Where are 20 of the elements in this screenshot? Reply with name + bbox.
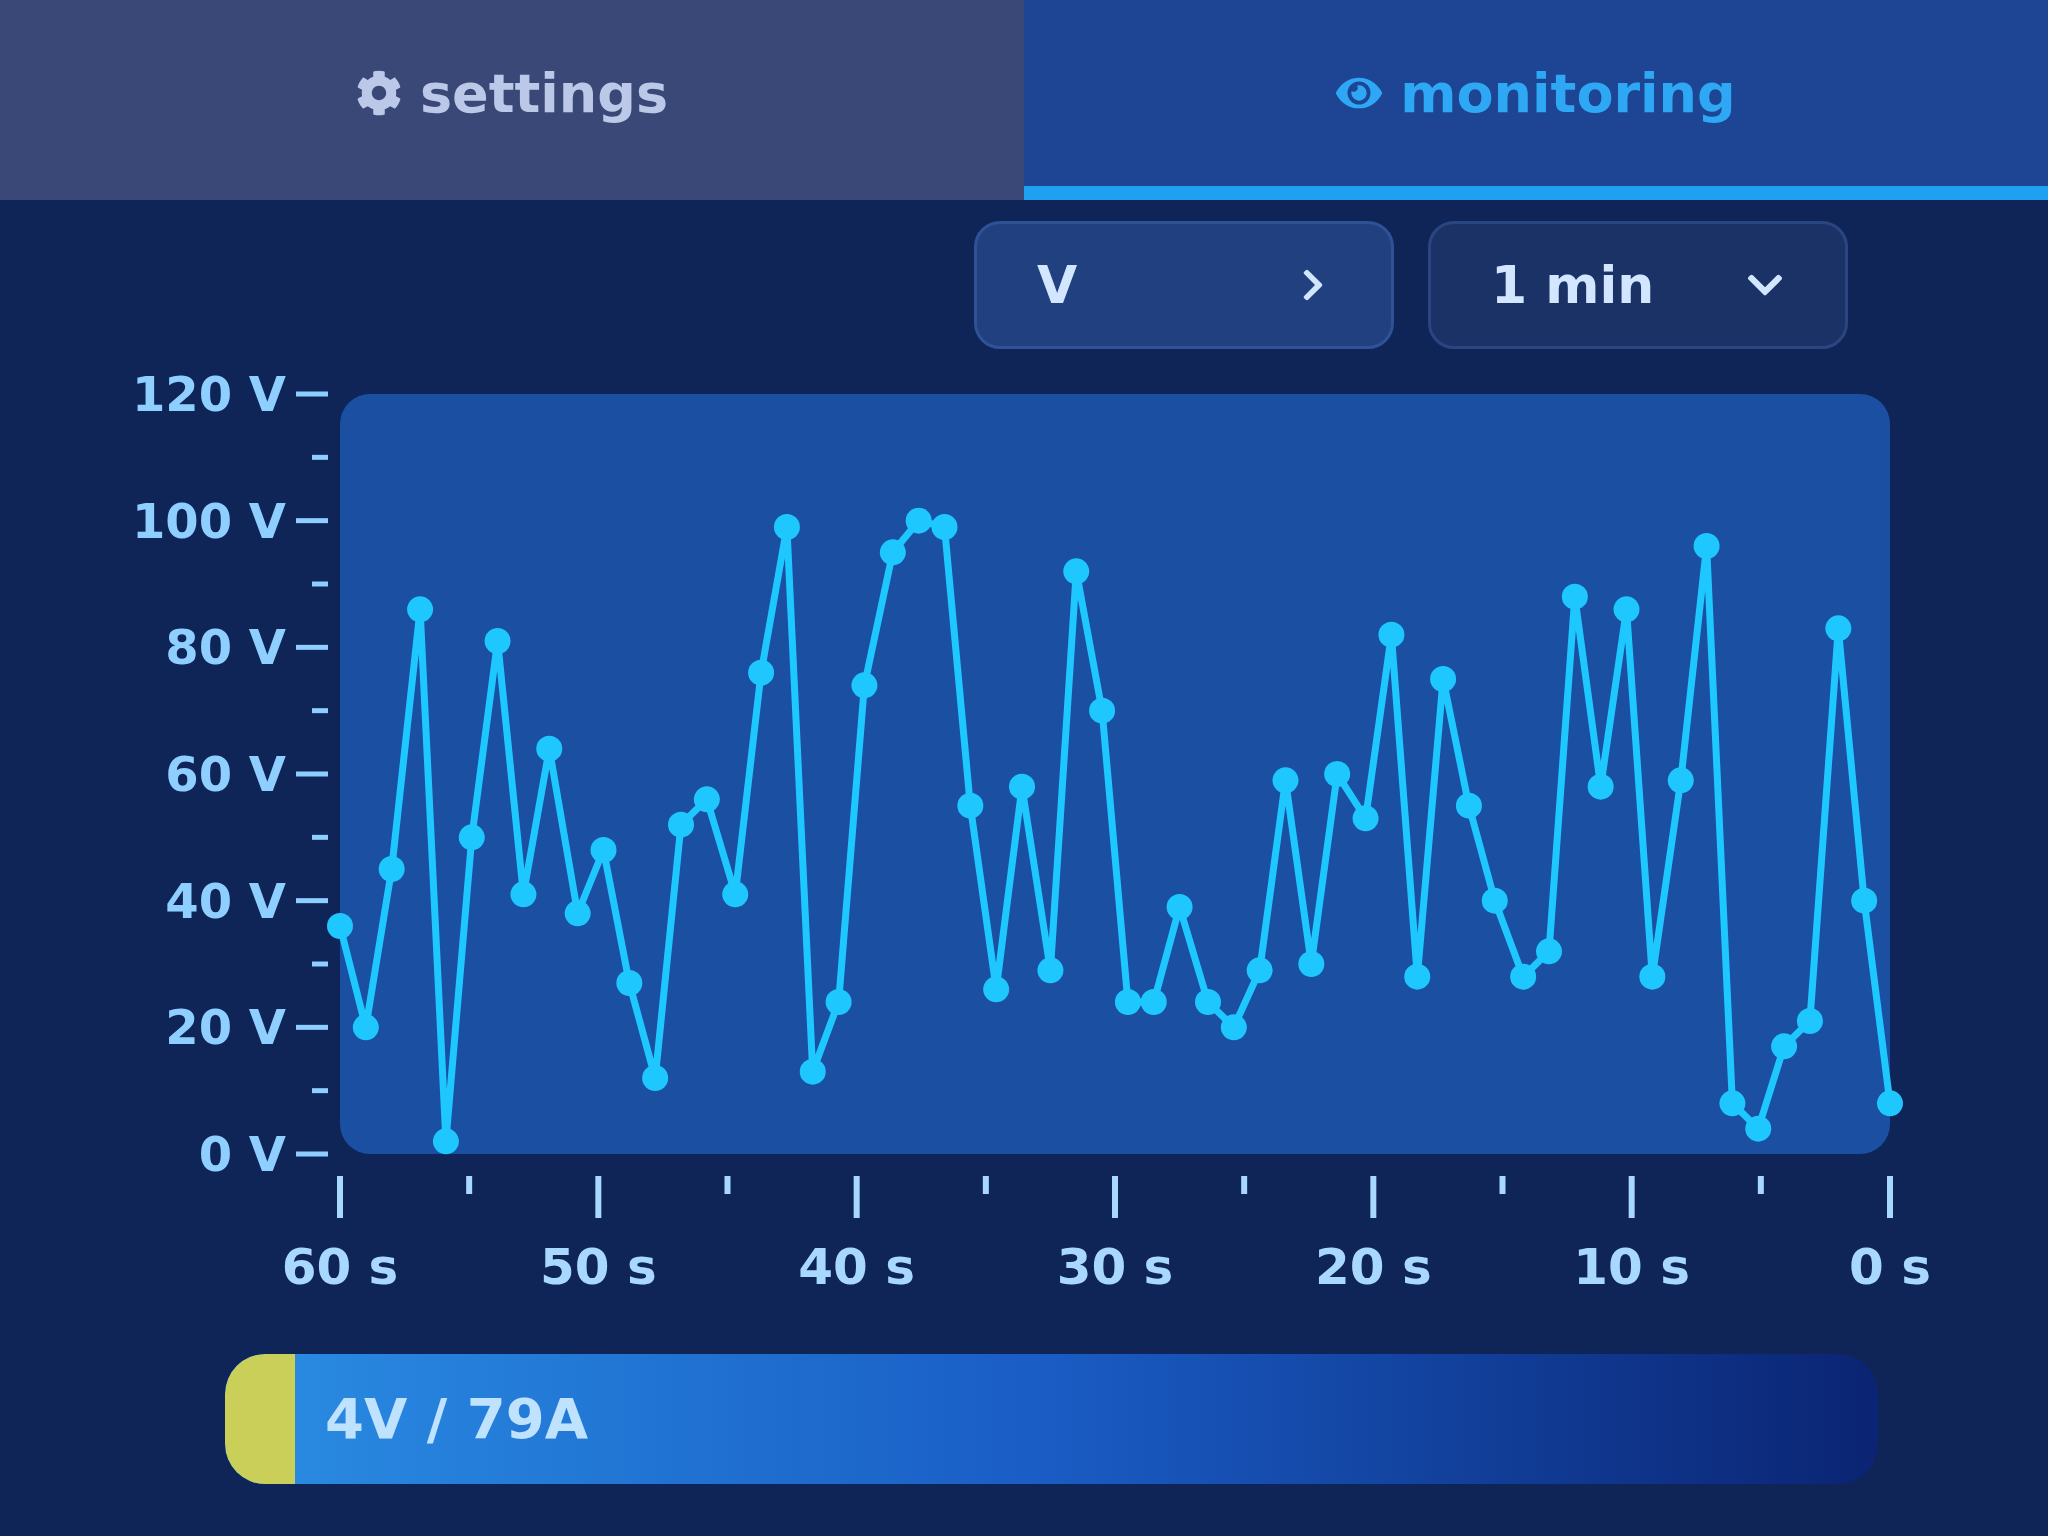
x-axis-label: 0 s xyxy=(1849,1238,1931,1296)
gear-icon xyxy=(355,70,402,116)
y-axis-label: 100 V xyxy=(131,492,286,549)
x-axis-label: 40 s xyxy=(798,1238,916,1296)
y-axis-label: 40 V xyxy=(165,872,286,929)
x-axis-label: 50 s xyxy=(539,1238,657,1296)
y-axis-label: 0 V xyxy=(198,1126,286,1182)
x-axis-label: 10 s xyxy=(1573,1238,1691,1296)
x-axis-label: 30 s xyxy=(1056,1238,1174,1296)
y-axis-label: 80 V xyxy=(165,619,286,676)
status-indicator-icon xyxy=(225,1354,295,1484)
x-axis-label: 60 s xyxy=(281,1238,399,1296)
tab[interactable]: settings xyxy=(0,0,1024,200)
unit-selector-button[interactable]: V xyxy=(974,221,1394,349)
dropdown[interactable]: 1 min xyxy=(1428,221,1848,349)
y-axis-label: 20 V xyxy=(165,999,286,1056)
status-text: 4V / 79A xyxy=(325,1385,589,1453)
y-axis-label: 120 V xyxy=(131,370,286,422)
y-axis-label: 60 V xyxy=(165,746,286,802)
x-axis-label: 20 s xyxy=(1314,1238,1432,1296)
